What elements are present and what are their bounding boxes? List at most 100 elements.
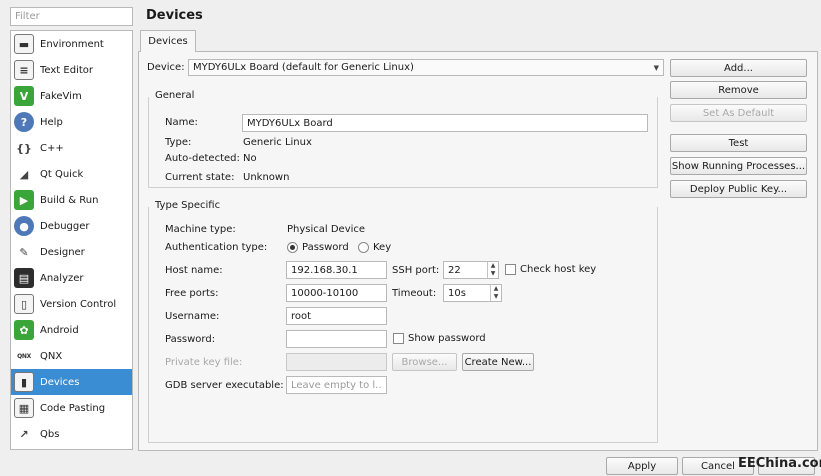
show-password-label: Show password: [408, 333, 486, 344]
devices-icon: ▮: [14, 372, 34, 392]
qnx-icon: QNX: [17, 352, 31, 360]
sidebar-item-designer[interactable]: ✎ Designer: [11, 239, 132, 265]
sidebar-item-android[interactable]: ✿ Android: [11, 317, 132, 343]
add-device-button[interactable]: Add...: [670, 59, 807, 77]
device-select[interactable]: MYDY6ULx Board (default for Generic Linu…: [188, 59, 664, 76]
test-button[interactable]: Test: [670, 134, 807, 152]
code-pasting-icon: ▦: [14, 398, 34, 418]
sidebar-item-label: Help: [40, 116, 63, 128]
watermark: EEChina.com: [738, 456, 821, 471]
version-control-icon: ▯: [14, 294, 34, 314]
settings-category-list: ▬ Environment ≡ Text Editor V FakeVim? Help {} C…: [10, 30, 133, 450]
set-default-button: Set As Default: [670, 104, 807, 122]
sidebar-item-qt-quick[interactable]: ◢ Qt Quick: [11, 161, 132, 187]
sidebar-item-text-editor[interactable]: ≡ Text Editor: [11, 57, 132, 83]
sidebar-item-label: Devices: [40, 376, 80, 388]
sidebar-item-label: FakeVim: [40, 90, 82, 102]
device-select-value: MYDY6ULx Board (default for Generic Linu…: [193, 62, 414, 73]
auth-key-label: Key: [373, 242, 392, 253]
machine-type-label: Machine type:: [165, 224, 236, 235]
sidebar-item-build-run[interactable]: ▶ Build & Run: [11, 187, 132, 213]
page-title: Devices: [146, 8, 203, 23]
general-group-title: General: [155, 90, 195, 101]
sidebar-item-fakevim[interactable]: V FakeVim: [11, 83, 132, 109]
qt-quick-icon: ◢: [19, 167, 29, 181]
auth-password-label: Password: [302, 242, 349, 253]
sidebar-item-label: Build & Run: [40, 194, 99, 206]
sidebar-item-analyzer[interactable]: ▤ Analyzer: [11, 265, 132, 291]
ssh-port-spinbox[interactable]: 22 ▲ ▼: [443, 261, 499, 279]
sidebar-item-label: Analyzer: [40, 272, 84, 284]
private-key-field: [286, 353, 387, 371]
password-field[interactable]: [286, 330, 387, 348]
gdb-server-label: GDB server executable:: [165, 380, 284, 391]
sidebar-item-help[interactable]: ? Help: [11, 109, 132, 135]
help-icon: ?: [14, 112, 34, 132]
current-state-label: Current state:: [165, 172, 235, 183]
sidebar-item-label: Version Control: [40, 298, 117, 310]
name-field[interactable]: [242, 114, 648, 132]
sidebar-item-label: C++: [40, 142, 64, 154]
gdb-server-field[interactable]: [286, 376, 387, 394]
free-ports-label: Free ports:: [165, 288, 219, 299]
timeout-spinbox[interactable]: 10s ▲ ▼: [443, 284, 502, 302]
sidebar-item-version-control[interactable]: ▯ Version Control: [11, 291, 132, 317]
auth-password-radio[interactable]: [287, 242, 298, 253]
type-label: Type:: [165, 137, 192, 148]
designer-icon: ✎: [19, 245, 29, 259]
sidebar-item-qnx[interactable]: QNX QNX: [11, 343, 132, 369]
sidebar-item-label: Code Pasting: [40, 402, 106, 414]
device-label: Device:: [147, 62, 185, 73]
show-processes-button[interactable]: Show Running Processes...: [670, 157, 807, 175]
create-new-button[interactable]: Create New...: [462, 353, 534, 371]
auth-key-radio[interactable]: [358, 242, 369, 253]
name-label: Name:: [165, 117, 198, 128]
sidebar-item-environment[interactable]: ▬ Environment: [11, 31, 132, 57]
build-run-icon: ▶: [14, 190, 34, 210]
sidebar-item-label: Android: [40, 324, 79, 336]
spin-arrows-icon[interactable]: ▲ ▼: [487, 262, 498, 278]
tab-devices[interactable]: Devices: [140, 30, 196, 52]
spin-arrows-icon[interactable]: ▲ ▼: [490, 285, 501, 301]
sidebar-item-devices[interactable]: ▮ Devices: [11, 369, 132, 395]
type-value: Generic Linux: [243, 137, 312, 148]
free-ports-field[interactable]: [286, 284, 387, 302]
password-label: Password:: [165, 334, 216, 345]
show-password-checkbox[interactable]: [393, 333, 404, 344]
cpp-icon: {}: [16, 141, 32, 155]
auto-detected-value: No: [243, 153, 257, 164]
check-host-key-checkbox[interactable]: [505, 264, 516, 275]
sidebar-item-label: QNX: [40, 350, 63, 362]
auto-detected-label: Auto-detected:: [165, 153, 240, 164]
remove-device-button[interactable]: Remove: [670, 81, 807, 99]
filter-input[interactable]: [10, 7, 133, 26]
debugger-icon: ●: [14, 216, 34, 236]
sidebar-item-qbs[interactable]: ↗ Qbs: [11, 421, 132, 447]
auth-type-label: Authentication type:: [165, 242, 268, 253]
sidebar-item-c[interactable]: {} C++: [11, 135, 132, 161]
android-icon: ✿: [14, 320, 34, 340]
host-name-field[interactable]: [286, 261, 387, 279]
environment-icon: ▬: [14, 34, 34, 54]
username-label: Username:: [165, 311, 220, 322]
deploy-key-button[interactable]: Deploy Public Key...: [670, 180, 807, 198]
sidebar-item-label: Text Editor: [40, 64, 93, 76]
text-editor-icon: ≡: [14, 60, 34, 80]
ssh-port-value: 22: [448, 264, 461, 276]
analyzer-icon: ▤: [14, 268, 34, 288]
check-host-key-label: Check host key: [520, 264, 597, 275]
qbs-icon: ↗: [19, 427, 29, 441]
sidebar-item-code-pasting[interactable]: ▦ Code Pasting: [11, 395, 132, 421]
sidebar-item-debugger[interactable]: ● Debugger: [11, 213, 132, 239]
machine-type-value: Physical Device: [287, 224, 366, 235]
timeout-value: 10s: [448, 287, 466, 299]
sidebar-item-label: Debugger: [40, 220, 90, 232]
apply-button[interactable]: Apply: [606, 457, 678, 475]
current-state-value: Unknown: [243, 172, 290, 183]
sidebar-item-label: Designer: [40, 246, 85, 258]
sidebar-item-label: Environment: [40, 38, 104, 50]
timeout-label: Timeout:: [392, 288, 437, 299]
username-field[interactable]: [286, 307, 387, 325]
browse-button: Browse...: [392, 353, 457, 371]
sidebar-item-label: Qbs: [40, 428, 60, 440]
